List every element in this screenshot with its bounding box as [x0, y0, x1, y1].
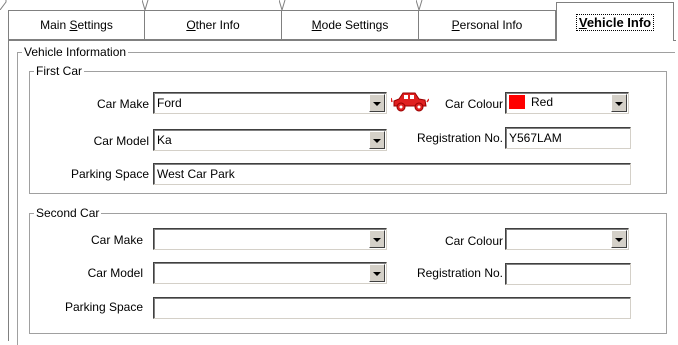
second-car-make-label: Car Make: [90, 233, 143, 247]
tab-label: Personal Info: [451, 18, 523, 32]
second-car-make-select[interactable]: [153, 228, 387, 250]
tab-vehicle-info[interactable]: Vehicle Info: [556, 2, 674, 41]
tab-notch: [142, 0, 149, 10]
chevron-down-icon: [615, 101, 623, 106]
tab-main-settings[interactable]: Main Settings: [8, 10, 145, 40]
second-car-registration-label: Registration No.: [416, 266, 503, 280]
dropdown-button[interactable]: [369, 230, 385, 248]
dropdown-button[interactable]: [369, 264, 385, 282]
second-car-model-select[interactable]: [153, 262, 387, 284]
first-car-colour-select[interactable]: Red: [505, 92, 629, 114]
first-car-make-label: Car Make: [96, 97, 149, 111]
vehicle-information-legend: Vehicle Information: [24, 45, 127, 59]
second-car-colour-label: Car Colour: [444, 234, 503, 248]
first-car-make-value: Ford: [157, 96, 182, 110]
tab-personal-info[interactable]: Personal Info: [419, 10, 556, 40]
second-car-registration-input[interactable]: [505, 263, 631, 285]
chevron-down-icon: [373, 237, 381, 242]
second-car-parking-input[interactable]: [153, 297, 631, 319]
dropdown-button[interactable]: [369, 131, 385, 149]
second-car-parking-label: Parking Space: [64, 300, 143, 314]
first-car-registration-label: Registration No.: [416, 131, 503, 145]
chevron-down-icon: [373, 271, 381, 276]
first-car-make-select[interactable]: Ford: [153, 92, 387, 114]
tab-other-info[interactable]: Other Info: [145, 10, 282, 40]
chevron-down-icon: [373, 101, 381, 106]
chevron-down-icon: [373, 138, 381, 143]
tab-label: Other Info: [186, 18, 240, 32]
dropdown-button[interactable]: [369, 94, 385, 112]
first-car-model-value: Ka: [157, 133, 172, 147]
dropdown-button[interactable]: [611, 94, 627, 112]
first-car-colour-value-wrap: Red: [509, 95, 553, 109]
first-car-model-select[interactable]: Ka: [153, 129, 387, 151]
tab-strip: Main Settings Other Info Mode Settings P…: [0, 0, 678, 41]
second-car-model-label: Car Model: [87, 266, 143, 280]
tab-label: Vehicle Info: [575, 13, 655, 31]
first-car-colour-value: Red: [531, 95, 554, 109]
first-car-parking-label: Parking Space: [70, 167, 149, 181]
tab-notch: [416, 0, 423, 10]
tab-label: Main Settings: [40, 18, 113, 32]
chevron-down-icon: [615, 237, 623, 242]
second-car-colour-select[interactable]: [505, 228, 629, 250]
colour-swatch: [509, 95, 525, 109]
first-car-colour-label: Car Colour: [444, 97, 503, 111]
tab-mode-settings[interactable]: Mode Settings: [282, 10, 419, 40]
first-car-registration-input[interactable]: Y567LAM: [505, 127, 631, 149]
car-icon: [391, 92, 429, 112]
tab-notch: [0, 0, 7, 10]
dropdown-button[interactable]: [611, 230, 627, 248]
tab-notch: [279, 0, 286, 10]
tab-panel-vehicle-info: Vehicle Information First Car Car Make F…: [8, 40, 676, 345]
second-car-legend: Second Car: [36, 206, 100, 220]
first-car-parking-input[interactable]: West Car Park: [153, 163, 631, 185]
first-car-legend: First Car: [36, 64, 82, 78]
tab-label: Mode Settings: [311, 18, 389, 32]
first-car-model-label: Car Model: [93, 134, 149, 148]
